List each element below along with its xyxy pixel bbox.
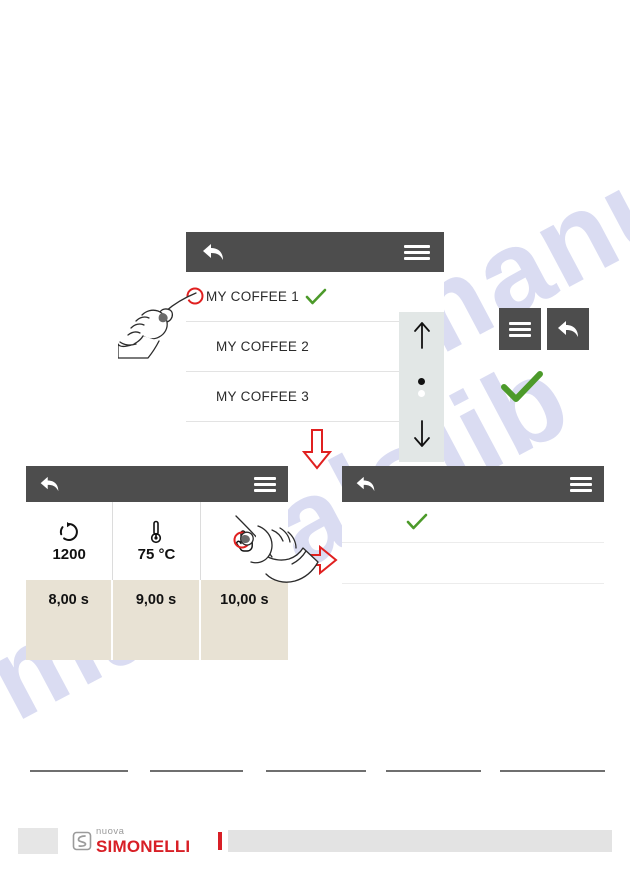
list-item-label: MY COFFEE 2 bbox=[216, 339, 310, 354]
back-arrow-icon[interactable] bbox=[200, 242, 226, 262]
parameter-time-value: 8,00 s bbox=[48, 592, 89, 608]
hamburger-menu-icon[interactable] bbox=[404, 244, 430, 260]
confirmation-panel bbox=[342, 466, 604, 626]
brand-logo-top: nuova bbox=[96, 826, 125, 838]
list-item-label: MY COFFEE 3 bbox=[216, 389, 310, 404]
brand-logo-text: nuova SIMONELLI bbox=[96, 827, 190, 855]
coffee-list-titlebar bbox=[186, 232, 444, 272]
back-arrow-icon bbox=[555, 319, 581, 339]
page-number-box bbox=[18, 828, 58, 854]
arrow-up-icon[interactable] bbox=[411, 320, 433, 355]
parameters-titlebar bbox=[26, 466, 288, 502]
list-item-label: MY COFFEE 1 bbox=[206, 289, 300, 304]
footnote-rules bbox=[0, 770, 630, 774]
parameter-time-value: 10,00 s bbox=[220, 592, 269, 608]
simonelli-logo-icon bbox=[72, 831, 92, 851]
pointing-hand-illustration bbox=[228, 508, 320, 592]
parameter-temperature-cell[interactable]: 75 °C bbox=[113, 502, 201, 580]
red-arrow-down bbox=[301, 428, 333, 470]
hamburger-menu-icon bbox=[509, 321, 531, 337]
arrow-down-icon[interactable] bbox=[411, 419, 433, 454]
green-check-icon bbox=[305, 288, 327, 306]
footnote-rule bbox=[266, 770, 366, 772]
back-arrow-icon[interactable] bbox=[38, 475, 61, 493]
parameter-column-temperature[interactable]: 75 °C 9,00 s bbox=[113, 502, 201, 660]
footer-grey-band bbox=[228, 830, 612, 852]
hamburger-menu-icon[interactable] bbox=[254, 476, 276, 492]
parameter-time-cell[interactable]: 8,00 s bbox=[26, 580, 114, 660]
parameter-speed-cell[interactable]: 1200 bbox=[26, 502, 114, 580]
green-check-icon bbox=[406, 513, 428, 531]
page-footer: nuova SIMONELLI bbox=[0, 827, 630, 855]
back-arrow-icon[interactable] bbox=[354, 475, 377, 493]
parameter-column-speed[interactable]: 1200 8,00 s bbox=[26, 502, 114, 660]
list-item[interactable] bbox=[342, 543, 604, 584]
coffee-list-panel: MY COFFEE 1 MY COFFEE 2 MY COFFEE 3 bbox=[186, 232, 444, 462]
confirmation-body bbox=[342, 502, 604, 626]
page-dot-inactive bbox=[418, 389, 425, 397]
list-item[interactable] bbox=[342, 584, 604, 625]
coffee-list-body: MY COFFEE 1 MY COFFEE 2 MY COFFEE 3 bbox=[186, 272, 444, 462]
footnote-rule bbox=[150, 770, 243, 772]
legend-icon-group bbox=[499, 308, 589, 350]
scroll-position-dots bbox=[418, 377, 425, 397]
list-item[interactable] bbox=[342, 502, 604, 543]
pointing-hand-illustration bbox=[117, 287, 204, 359]
footnote-rule bbox=[500, 770, 605, 772]
parameter-temperature-value: 75 °C bbox=[137, 545, 176, 563]
footnote-rule bbox=[386, 770, 481, 772]
legend-hamburger-tile bbox=[499, 308, 541, 350]
footer-red-tick bbox=[218, 832, 222, 850]
parameter-time-cell[interactable]: 9,00 s bbox=[113, 580, 201, 660]
brand-logo: nuova SIMONELLI bbox=[72, 827, 190, 855]
brand-logo-bottom: SIMONELLI bbox=[96, 836, 191, 856]
hamburger-menu-icon[interactable] bbox=[570, 476, 592, 492]
page-dot-active bbox=[418, 377, 425, 385]
parameter-speed-value: 1200 bbox=[52, 545, 86, 563]
footnote-rule bbox=[30, 770, 128, 772]
confirmation-titlebar bbox=[342, 466, 604, 502]
parameter-time-value: 9,00 s bbox=[135, 592, 177, 608]
legend-back-tile bbox=[547, 308, 589, 350]
rotation-speed-icon bbox=[58, 520, 80, 544]
parameter-time-cell[interactable]: 10,00 s bbox=[200, 580, 288, 660]
thermometer-icon bbox=[149, 520, 163, 544]
legend-green-check bbox=[500, 370, 544, 409]
scroll-rail[interactable] bbox=[399, 312, 444, 462]
